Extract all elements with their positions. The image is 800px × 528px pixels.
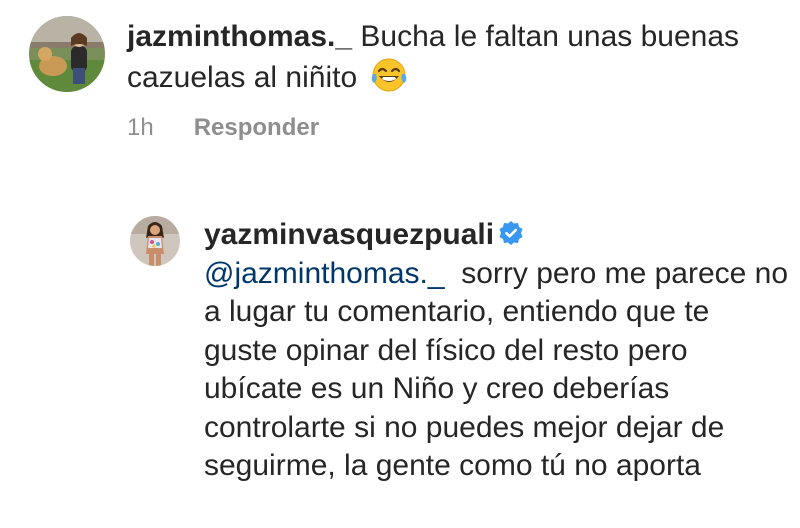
tears-of-joy-icon [370,56,408,94]
avatar-photo [130,216,180,266]
reply-mention[interactable]: @jazminthomas._ [204,257,445,290]
reply-text: sorry pero me parece no a lugar tu comen… [204,256,789,483]
avatar[interactable] [130,216,180,266]
reply-button[interactable]: Responder [194,113,319,143]
verified-badge-icon [498,218,524,245]
comment-meta: 1h Responder [127,113,319,143]
comments-panel: jazminthomas._ Bucha le faltan unas buen… [0,0,800,528]
reply-body: yazminvasquezpuali @jazminthomas._ sorry… [204,216,790,486]
comment-item: jazminthomas._ Bucha le faltan unas buen… [29,16,789,97]
reply-username[interactable]: yazminvasquezpuali [204,218,494,251]
comment-time: 1h [127,114,154,141]
comment-username[interactable]: jazminthomas._ [127,20,352,53]
reply-item: yazminvasquezpuali @jazminthomas._ sorry… [130,216,790,486]
comment-body: jazminthomas._ Bucha le faltan unas buen… [127,18,747,97]
avatar-photo [29,16,105,92]
avatar[interactable] [29,16,105,92]
